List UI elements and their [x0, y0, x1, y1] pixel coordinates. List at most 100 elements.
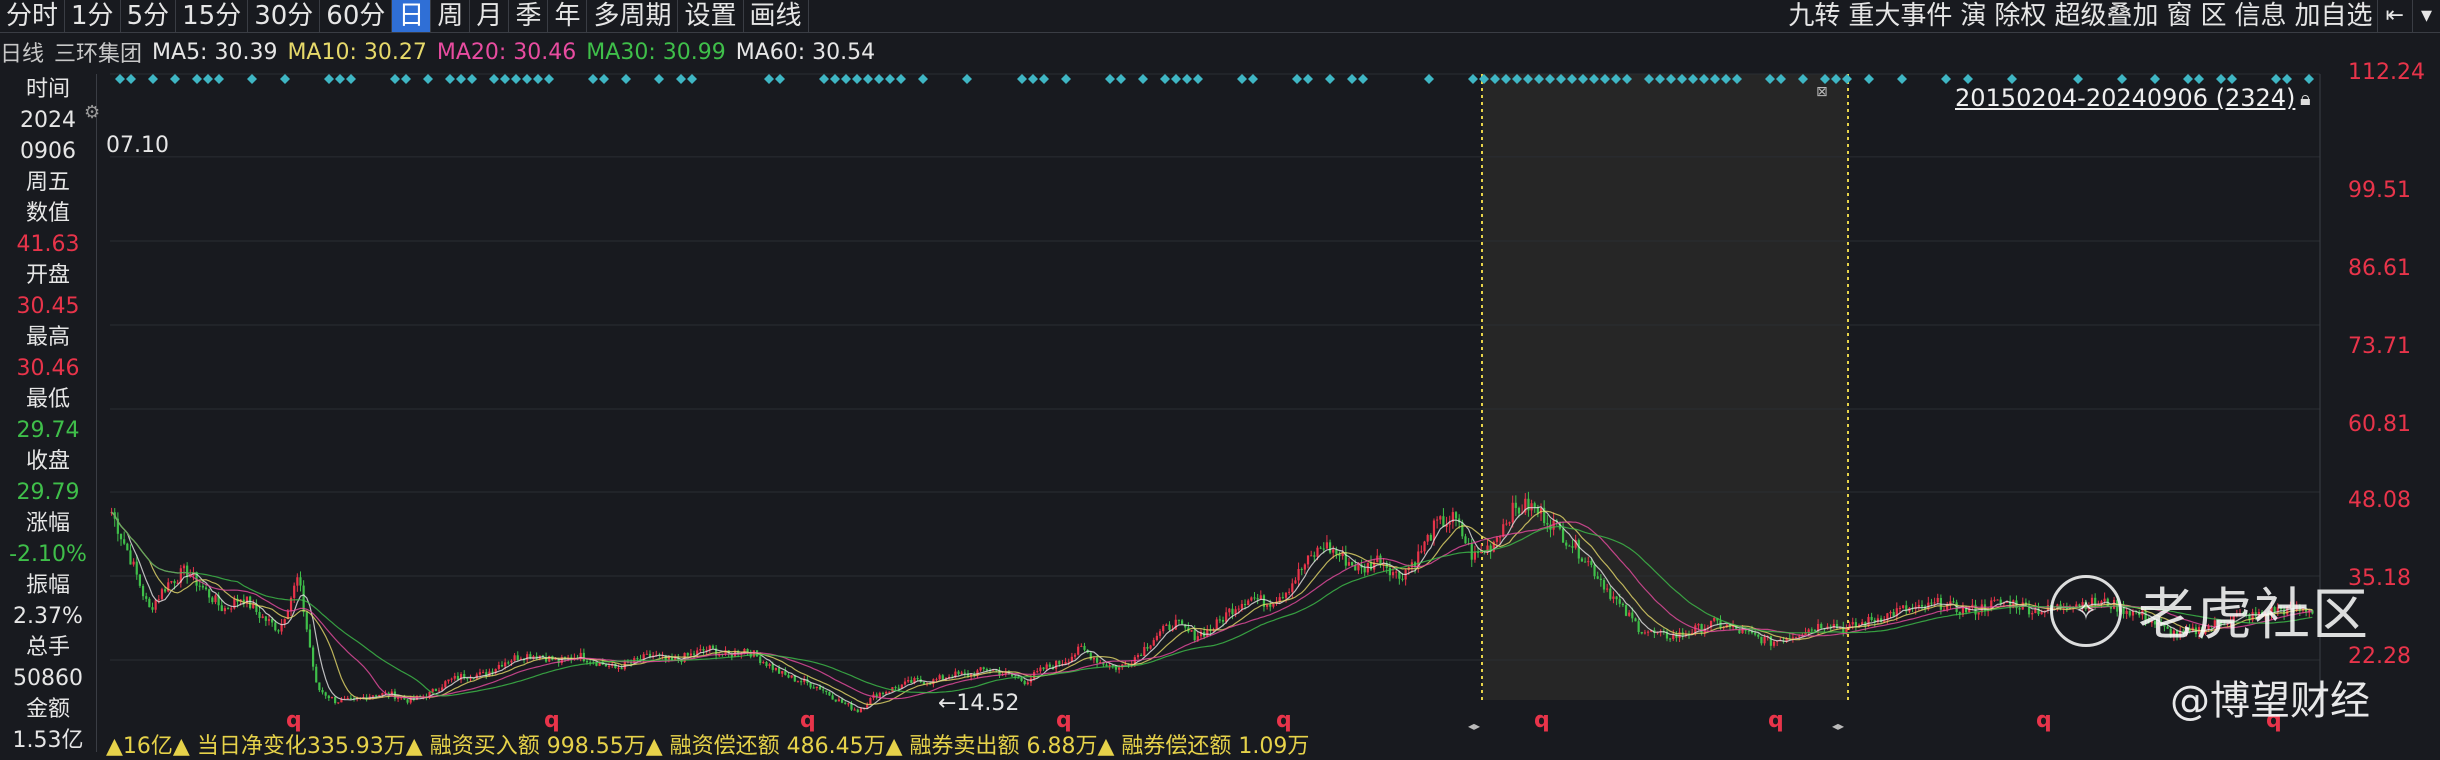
event-marker[interactable] — [2007, 74, 2017, 84]
event-marker[interactable] — [654, 74, 664, 84]
event-marker[interactable] — [148, 74, 158, 84]
event-marker[interactable] — [621, 74, 631, 84]
event-marker[interactable] — [1138, 74, 1148, 84]
event-marker[interactable] — [247, 74, 257, 84]
candle-body — [182, 565, 186, 569]
event-marker[interactable] — [390, 74, 400, 84]
event-marker[interactable] — [203, 74, 213, 84]
event-marker[interactable] — [2282, 74, 2292, 84]
candle-body — [1347, 562, 1351, 566]
candle-body — [1306, 555, 1310, 565]
event-marker[interactable] — [1358, 74, 1368, 84]
event-marker[interactable] — [588, 74, 598, 84]
range-handle-icon[interactable]: ◂▸ — [1468, 719, 1480, 733]
event-marker[interactable] — [2194, 74, 2204, 84]
event-marker[interactable] — [126, 74, 136, 84]
event-marker[interactable] — [2183, 74, 2193, 84]
event-marker[interactable] — [1424, 74, 1434, 84]
candle-body — [1033, 672, 1036, 679]
event-marker[interactable] — [456, 74, 466, 84]
q-marker[interactable]: q — [1768, 708, 1784, 733]
event-marker[interactable] — [687, 74, 697, 84]
candle-body — [1637, 621, 1640, 632]
candle-body — [510, 660, 513, 663]
event-marker[interactable] — [467, 74, 477, 84]
event-marker[interactable] — [918, 74, 928, 84]
close-marker-icon[interactable]: ⊠ — [1816, 84, 1828, 100]
date-range-label[interactable]: 20150204-20240906 (2324) — [1955, 84, 2295, 112]
event-marker[interactable] — [192, 74, 202, 84]
candle-body — [274, 622, 277, 631]
event-marker[interactable] — [401, 74, 411, 84]
event-marker[interactable] — [2117, 74, 2127, 84]
event-marker[interactable] — [544, 74, 554, 84]
candle-body — [1634, 618, 1637, 622]
event-marker[interactable] — [1171, 74, 1181, 84]
event-marker[interactable] — [280, 74, 290, 84]
q-marker[interactable]: q — [2036, 708, 2052, 733]
event-marker[interactable] — [1160, 74, 1170, 84]
lock-icon[interactable]: 🔒︎ — [2300, 86, 2311, 110]
event-marker[interactable] — [775, 74, 785, 84]
event-marker[interactable] — [1292, 74, 1302, 84]
event-marker[interactable] — [1193, 74, 1203, 84]
event-marker[interactable] — [863, 74, 873, 84]
event-marker[interactable] — [522, 74, 532, 84]
event-marker[interactable] — [676, 74, 686, 84]
event-marker[interactable] — [2150, 74, 2160, 84]
candle-body — [771, 664, 774, 670]
event-marker[interactable] — [1039, 74, 1049, 84]
event-marker[interactable] — [852, 74, 862, 84]
event-marker[interactable] — [1248, 74, 1258, 84]
event-marker[interactable] — [170, 74, 180, 84]
event-marker[interactable] — [1941, 74, 1951, 84]
event-marker[interactable] — [599, 74, 609, 84]
candle-body — [784, 671, 787, 675]
event-marker[interactable] — [896, 74, 906, 84]
event-marker[interactable] — [962, 74, 972, 84]
event-marker[interactable] — [1963, 74, 1973, 84]
event-marker[interactable] — [1017, 74, 1027, 84]
event-marker[interactable] — [1468, 74, 1478, 84]
event-marker[interactable] — [830, 74, 840, 84]
event-marker[interactable] — [1303, 74, 1313, 84]
event-marker[interactable] — [764, 74, 774, 84]
event-marker[interactable] — [500, 74, 510, 84]
event-marker[interactable] — [2216, 74, 2226, 84]
event-marker[interactable] — [2304, 74, 2314, 84]
event-marker[interactable] — [533, 74, 543, 84]
candle-body — [1089, 652, 1092, 660]
event-marker[interactable] — [2073, 74, 2083, 84]
event-marker[interactable] — [489, 74, 499, 84]
event-marker[interactable] — [1897, 74, 1907, 84]
event-marker[interactable] — [1237, 74, 1247, 84]
event-marker[interactable] — [423, 74, 433, 84]
candle-body — [787, 674, 790, 678]
event-marker[interactable] — [874, 74, 884, 84]
event-marker[interactable] — [335, 74, 345, 84]
event-marker[interactable] — [214, 74, 224, 84]
event-marker[interactable] — [1347, 74, 1357, 84]
event-marker[interactable] — [1325, 74, 1335, 84]
event-marker[interactable] — [324, 74, 334, 84]
event-marker[interactable] — [346, 74, 356, 84]
selection-region[interactable] — [1482, 74, 1848, 700]
candle-body — [261, 616, 264, 618]
event-marker[interactable] — [1028, 74, 1038, 84]
event-marker[interactable] — [885, 74, 895, 84]
event-marker[interactable] — [2227, 74, 2237, 84]
event-marker[interactable] — [115, 74, 125, 84]
event-marker[interactable] — [841, 74, 851, 84]
event-marker[interactable] — [1864, 74, 1874, 84]
event-marker[interactable] — [445, 74, 455, 84]
event-marker[interactable] — [511, 74, 521, 84]
event-marker[interactable] — [1105, 74, 1115, 84]
event-marker[interactable] — [819, 74, 829, 84]
candle-body — [1454, 512, 1458, 519]
range-handle-icon[interactable]: ◂▸ — [1832, 719, 1844, 733]
event-marker[interactable] — [2271, 74, 2281, 84]
q-marker[interactable]: q — [1534, 708, 1550, 733]
event-marker[interactable] — [1116, 74, 1126, 84]
event-marker[interactable] — [1182, 74, 1192, 84]
event-marker[interactable] — [1061, 74, 1071, 84]
